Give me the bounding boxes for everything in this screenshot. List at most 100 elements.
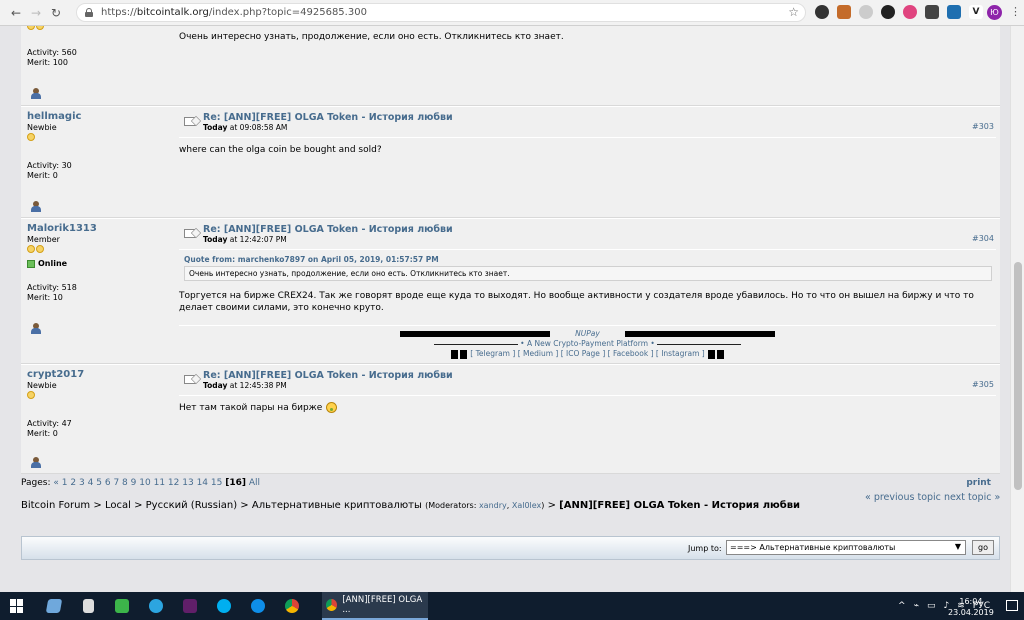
clock[interactable]: 16:04 23.04.2019	[948, 596, 994, 618]
page-link-6[interactable]: 6	[105, 478, 111, 488]
page-link-14[interactable]: 14	[197, 478, 208, 488]
forward-icon[interactable]: →	[26, 6, 46, 20]
page-link-10[interactable]: 10	[139, 478, 150, 488]
moderator-link[interactable]: xandry	[479, 501, 507, 510]
bookmark-extension-icon[interactable]	[925, 5, 939, 19]
post-author: hellmagic Newbie Activity: 30 Merit: 0	[21, 107, 171, 217]
profile-icon[interactable]	[30, 88, 42, 100]
post-304: Malorik1313 Member Online Activity: 518 …	[21, 218, 1000, 364]
network-icon[interactable]: ⌁	[914, 601, 919, 611]
sig-link-instagram[interactable]: Instagram	[661, 349, 699, 358]
profile-icon[interactable]	[30, 457, 42, 469]
merit: Merit: 0	[27, 171, 58, 180]
page-link-5[interactable]: 5	[96, 478, 102, 488]
current-page: [16]	[225, 478, 247, 488]
profile-icon[interactable]	[30, 201, 42, 213]
breadcrumb-item[interactable]: Bitcoin Forum	[21, 500, 90, 511]
username[interactable]: crypt2017	[27, 369, 165, 380]
start-button[interactable]	[0, 592, 34, 620]
scrollbar[interactable]	[1010, 26, 1024, 592]
skype-icon[interactable]	[210, 592, 238, 620]
bookmark-star-icon[interactable]: ☆	[788, 5, 799, 19]
reload-icon[interactable]: ↻	[46, 6, 66, 20]
notes-app-icon[interactable]	[40, 592, 68, 620]
sig-tagline[interactable]: A New Crypto-Payment Platform	[527, 339, 648, 348]
previous-topic-link[interactable]: « previous topic	[865, 492, 941, 503]
back-icon[interactable]: ←	[6, 6, 26, 20]
sig-link-facebook[interactable]: Facebook	[613, 349, 648, 358]
tray-expand-icon[interactable]: ^	[898, 601, 906, 611]
posts-list: Activity: 560 Merit: 100 Очень интересно…	[21, 26, 1000, 474]
instagram-extension-icon[interactable]	[903, 5, 917, 19]
page-link-11[interactable]: 11	[154, 478, 165, 488]
page-link-12[interactable]: 12	[168, 478, 179, 488]
username[interactable]: Malorik1313	[27, 223, 165, 234]
all-pages-link[interactable]: All	[249, 478, 260, 488]
shield-extension-icon[interactable]	[881, 5, 895, 19]
sig-brand[interactable]: NUPay	[575, 329, 600, 338]
merit: Merit: 100	[27, 58, 68, 67]
calculator-icon[interactable]	[74, 592, 102, 620]
active-window-title: [ANN][FREE] OLGA ...	[342, 595, 423, 615]
go-button[interactable]: go	[972, 540, 994, 555]
profile-avatar[interactable]: Ю	[987, 5, 1002, 20]
post-body: Очень интересно узнать, продолжение, есл…	[179, 32, 564, 42]
prev-page-link[interactable]: «	[53, 478, 59, 488]
author-stats: Activity: 560 Merit: 100	[27, 48, 77, 68]
extension-badge-icon[interactable]	[837, 5, 851, 19]
s-extension-icon[interactable]	[947, 5, 961, 19]
camtasia-icon[interactable]	[108, 592, 136, 620]
breadcrumb-item[interactable]: Альтернативные криптовалюты	[252, 500, 422, 511]
sig-link-ico-page[interactable]: ICO Page	[566, 349, 600, 358]
add-extension-icon[interactable]	[859, 5, 873, 19]
moderator-link[interactable]: Xal0lex	[512, 501, 541, 510]
teamviewer-icon[interactable]	[244, 592, 272, 620]
sync-extension-icon[interactable]	[815, 5, 829, 19]
page-link-15[interactable]: 15	[211, 478, 222, 488]
rank-coins	[27, 391, 165, 402]
scrollbar-thumb[interactable]	[1014, 262, 1022, 490]
user-rank: Newbie	[27, 123, 57, 132]
jump-select[interactable]: ===> Альтернативные криптовалюты ▼	[726, 540, 966, 555]
page-link-4[interactable]: 4	[88, 478, 94, 488]
profile-icon[interactable]	[30, 323, 42, 335]
moderators: (Moderators: xandry, Xal0lex)	[425, 501, 545, 510]
post-number[interactable]: #303	[972, 122, 994, 131]
page-link-3[interactable]: 3	[79, 478, 85, 488]
notifications-icon[interactable]	[1006, 600, 1018, 611]
post-header: Re: [ANN][FREE] OLGA Token - История люб…	[184, 370, 453, 390]
post-date: Today at 12:42:07 PM	[203, 235, 287, 244]
v-extension-icon[interactable]: V	[969, 5, 983, 19]
slack-icon[interactable]	[176, 592, 204, 620]
post-subject[interactable]: Re: [ANN][FREE] OLGA Token - История люб…	[203, 370, 453, 381]
print-link[interactable]: print	[966, 478, 991, 488]
quote-header[interactable]: Quote from: marchenko7897 on April 05, 2…	[184, 255, 992, 264]
breadcrumb-item[interactable]: Русский (Russian)	[146, 500, 237, 511]
next-topic-link[interactable]: next topic »	[944, 492, 1000, 503]
post-number[interactable]: #304	[972, 234, 994, 243]
page-link-8[interactable]: 8	[122, 478, 128, 488]
quote-body: Очень интересно узнать, продолжение, есл…	[184, 266, 992, 281]
battery-icon[interactable]: ▭	[927, 601, 936, 611]
breadcrumb: Bitcoin Forum > Local > Русский (Russian…	[21, 500, 801, 511]
telegram-icon[interactable]	[142, 592, 170, 620]
active-window-button[interactable]: [ANN][FREE] OLGA ...	[322, 592, 428, 620]
page-link-9[interactable]: 9	[131, 478, 137, 488]
browser-menu-icon[interactable]: ⋮	[1010, 5, 1021, 18]
address-bar[interactable]: https://bitcointalk.org/index.php?topic=…	[76, 3, 806, 22]
breadcrumb-current[interactable]: [ANN][FREE] OLGA Token - История любви	[559, 500, 800, 511]
sig-link-telegram[interactable]: Telegram	[476, 349, 510, 358]
page-link-1[interactable]: 1	[62, 478, 68, 488]
page-link-7[interactable]: 7	[113, 478, 119, 488]
username[interactable]: hellmagic	[27, 111, 165, 122]
breadcrumb-item[interactable]: Local	[105, 500, 131, 511]
post-subject[interactable]: Re: [ANN][FREE] OLGA Token - История люб…	[203, 112, 453, 123]
post-subject[interactable]: Re: [ANN][FREE] OLGA Token - История люб…	[203, 224, 453, 235]
chrome-icon[interactable]	[278, 592, 306, 620]
sig-link-medium[interactable]: Medium	[523, 349, 553, 358]
extensions-bar: V	[815, 5, 983, 19]
post-number[interactable]: #305	[972, 380, 994, 389]
page-link-13[interactable]: 13	[182, 478, 193, 488]
signature: NUPay • A New Crypto-Payment Platform • …	[179, 329, 996, 359]
page-link-2[interactable]: 2	[70, 478, 76, 488]
